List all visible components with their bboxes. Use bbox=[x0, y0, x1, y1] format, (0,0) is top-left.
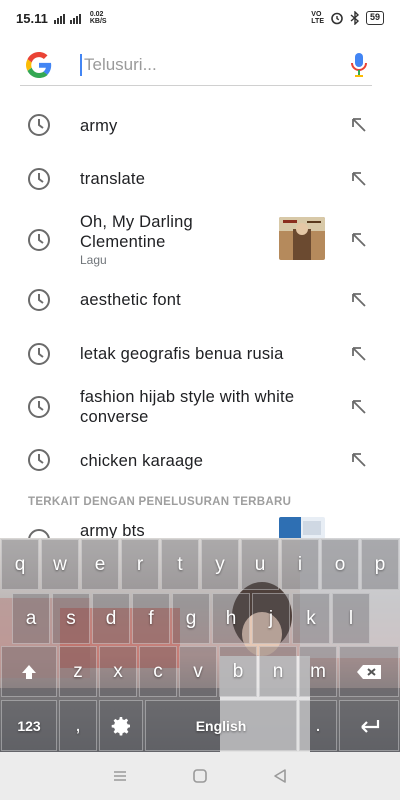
key-u[interactable]: u bbox=[241, 539, 279, 590]
shift-key[interactable] bbox=[1, 646, 57, 697]
back-icon[interactable] bbox=[271, 767, 289, 785]
keyboard-row-4: 123 , English . bbox=[0, 700, 400, 752]
suggestion-title: army bbox=[80, 117, 118, 135]
suggestion-item[interactable]: letak geografis benua rusia bbox=[0, 326, 400, 381]
enter-icon bbox=[361, 719, 380, 733]
suggestion-title: aesthetic font bbox=[80, 291, 181, 309]
key-f[interactable]: f bbox=[132, 593, 170, 644]
fill-query-arrow-icon[interactable] bbox=[350, 398, 368, 416]
history-clock-icon bbox=[28, 289, 50, 311]
battery-icon: 59 bbox=[365, 11, 384, 25]
fill-query-arrow-icon[interactable] bbox=[350, 291, 368, 309]
suggestion-title: translate bbox=[80, 170, 146, 188]
fill-query-arrow-icon[interactable] bbox=[350, 345, 368, 363]
comma-key[interactable]: , bbox=[59, 700, 97, 751]
status-right: VO LTE 59 bbox=[311, 11, 384, 25]
fill-query-arrow-icon[interactable] bbox=[350, 170, 368, 188]
period-key[interactable]: . bbox=[299, 700, 337, 751]
shift-icon bbox=[22, 664, 36, 679]
key-o[interactable]: o bbox=[321, 539, 359, 590]
key-g[interactable]: g bbox=[172, 593, 210, 644]
enter-key[interactable] bbox=[339, 700, 399, 751]
key-a[interactable]: a bbox=[12, 593, 50, 644]
key-b[interactable]: b bbox=[219, 646, 257, 697]
home-icon[interactable] bbox=[191, 767, 209, 785]
google-logo-icon[interactable] bbox=[26, 51, 52, 78]
suggestion-title: Oh, My Darling Clementine bbox=[80, 213, 193, 251]
suggestion-item[interactable]: aesthetic font bbox=[0, 274, 400, 326]
key-d[interactable]: d bbox=[92, 593, 130, 644]
history-clock-icon bbox=[28, 114, 50, 136]
related-thumbnail bbox=[279, 517, 325, 539]
key-j[interactable]: j bbox=[252, 593, 290, 644]
keyboard: q w e r t y u i o p a s d f g h j k l z … bbox=[0, 538, 400, 752]
history-clock-icon bbox=[28, 229, 50, 251]
navigation-bar bbox=[0, 752, 400, 800]
fill-query-arrow-icon[interactable] bbox=[350, 451, 368, 469]
key-h[interactable]: h bbox=[212, 593, 250, 644]
key-l[interactable]: l bbox=[332, 593, 370, 644]
key-v[interactable]: v bbox=[179, 646, 217, 697]
bluetooth-icon bbox=[350, 11, 360, 25]
history-clock-icon bbox=[28, 396, 50, 418]
key-p[interactable]: p bbox=[361, 539, 399, 590]
volte-indicator: VO LTE bbox=[311, 11, 324, 25]
key-x[interactable]: x bbox=[99, 646, 137, 697]
suggestion-title: fashion hijab style with white converse bbox=[80, 388, 295, 426]
suggestion-item[interactable]: translate bbox=[0, 153, 400, 206]
related-item[interactable]: army bts bbox=[0, 516, 400, 551]
suggestion-item[interactable]: army bbox=[0, 98, 400, 153]
key-e[interactable]: e bbox=[81, 539, 119, 590]
keyboard-row-2: a s d f g h j k l bbox=[0, 593, 400, 646]
suggestion-subtitle: Lagu bbox=[80, 253, 107, 267]
related-section-label: TERKAIT DENGAN PENELUSURAN TERBARU bbox=[28, 496, 292, 508]
microphone-icon[interactable] bbox=[350, 52, 368, 78]
key-r[interactable]: r bbox=[121, 539, 159, 590]
history-clock-icon bbox=[28, 343, 50, 365]
alarm-icon bbox=[331, 12, 343, 25]
fill-query-arrow-icon[interactable] bbox=[350, 116, 368, 134]
suggestion-title: chicken karaage bbox=[80, 452, 204, 470]
suggestion-item[interactable]: fashion hijab style with white converse bbox=[0, 381, 400, 434]
album-thumbnail bbox=[279, 217, 325, 260]
key-t[interactable]: t bbox=[161, 539, 199, 590]
key-w[interactable]: w bbox=[41, 539, 79, 590]
key-n[interactable]: n bbox=[259, 646, 297, 697]
key-c[interactable]: c bbox=[139, 646, 177, 697]
keyboard-row-1: q w e r t y u i o p bbox=[0, 539, 400, 592]
suggestion-item[interactable]: Oh, My Darling Clementine Lagu bbox=[0, 206, 400, 274]
fill-query-arrow-icon[interactable] bbox=[350, 231, 368, 249]
search-bar[interactable] bbox=[20, 44, 372, 86]
settings-key[interactable] bbox=[99, 700, 143, 751]
backspace-key[interactable] bbox=[339, 646, 399, 697]
key-y[interactable]: y bbox=[201, 539, 239, 590]
suggestion-item[interactable]: chicken karaage bbox=[0, 434, 400, 486]
key-z[interactable]: z bbox=[59, 646, 97, 697]
backspace-icon bbox=[357, 664, 381, 679]
gear-icon bbox=[111, 716, 130, 735]
numbers-key[interactable]: 123 bbox=[1, 700, 57, 751]
search-input[interactable] bbox=[80, 53, 320, 76]
history-clock-icon bbox=[28, 168, 50, 190]
key-k[interactable]: k bbox=[292, 593, 330, 644]
signal-icon bbox=[53, 14, 81, 24]
status-bar: 15.11 0.02 KB/S VO LTE 59 bbox=[0, 0, 400, 36]
menu-icon[interactable] bbox=[111, 767, 129, 785]
key-s[interactable]: s bbox=[52, 593, 90, 644]
history-clock-icon bbox=[28, 449, 50, 471]
key-m[interactable]: m bbox=[299, 646, 337, 697]
keyboard-row-3: z x c v b n m bbox=[0, 646, 400, 699]
space-key[interactable]: English bbox=[145, 700, 297, 751]
data-speed: 0.02 KB/S bbox=[89, 11, 107, 25]
status-time: 15.11 bbox=[16, 10, 48, 26]
status-left: 15.11 0.02 KB/S bbox=[16, 11, 107, 26]
key-q[interactable]: q bbox=[1, 539, 39, 590]
suggestion-title: letak geografis benua rusia bbox=[80, 345, 284, 363]
key-i[interactable]: i bbox=[281, 539, 319, 590]
